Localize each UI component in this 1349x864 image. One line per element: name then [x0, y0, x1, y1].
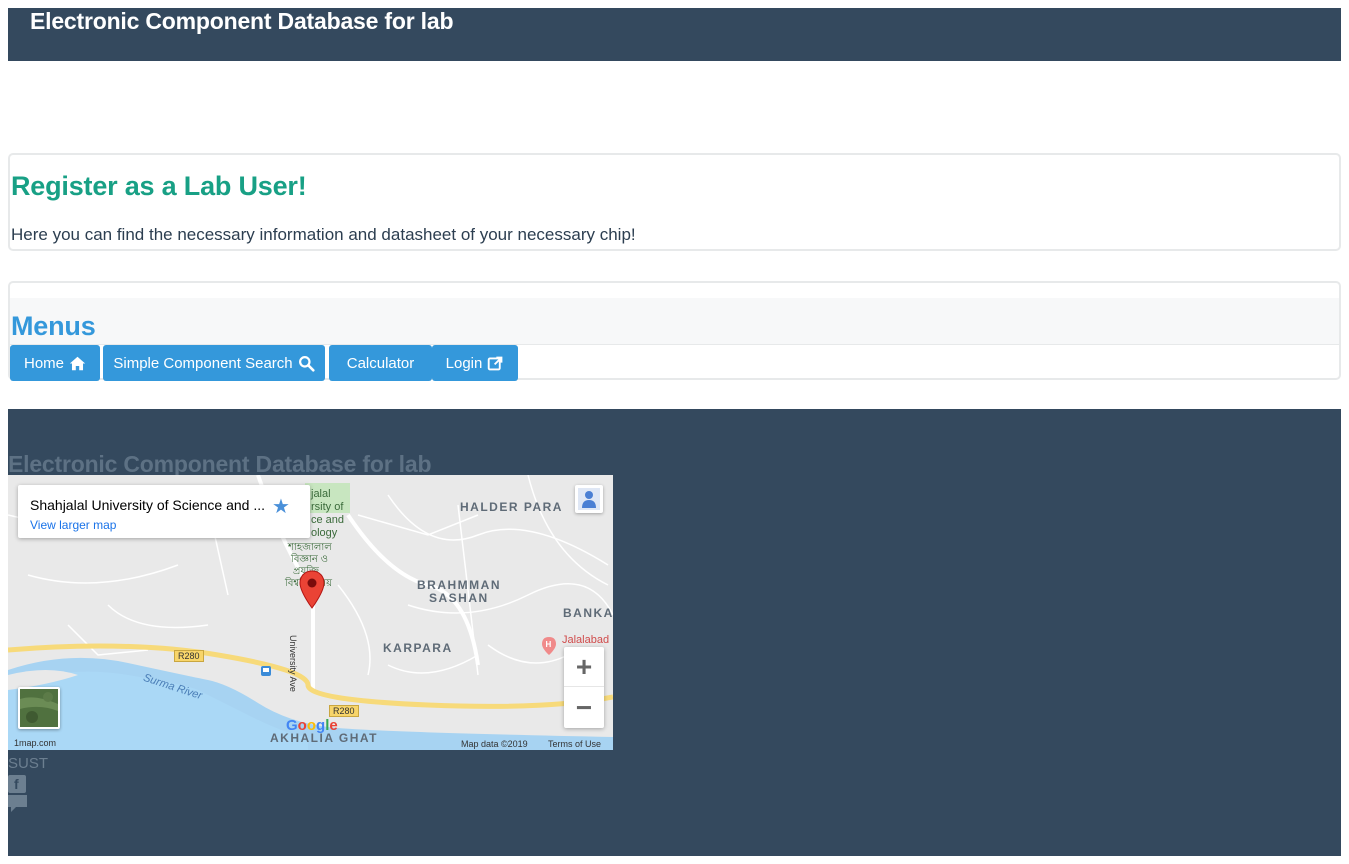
hospital-marker-icon: H — [542, 637, 556, 655]
register-panel: Register as a Lab User! Here you can fin… — [8, 153, 1341, 251]
google-logo: Google — [286, 717, 338, 734]
map-label-university: jalal — [311, 488, 331, 500]
calculator-button-label: Calculator — [346, 354, 415, 372]
menus-heading: Menus — [11, 311, 96, 341]
login-button[interactable]: Login — [432, 345, 518, 381]
zoom-in-button[interactable]: + — [564, 647, 604, 687]
site-title[interactable]: Electronic Component Database for lab — [30, 8, 453, 34]
terms-of-use-link[interactable]: Terms of Use — [548, 739, 601, 749]
zoom-control: + − — [564, 647, 604, 728]
svg-text:H: H — [546, 640, 552, 649]
map-label-university: ce and — [311, 514, 345, 526]
register-heading: Register as a Lab User! — [11, 171, 307, 201]
search-button-label: Simple Component Search — [113, 354, 293, 372]
home-button-label: Home — [23, 354, 64, 372]
map-label-jalalabad: Jalalabad — [562, 634, 610, 646]
map-info-card: Shahjalal University of Science and ... … — [18, 485, 310, 538]
menus-header: Menus — [10, 298, 1339, 345]
map-label-university: ology — [311, 527, 338, 539]
star-icon[interactable]: ★ — [272, 494, 290, 519]
zoom-out-button[interactable]: − — [564, 688, 604, 728]
view-larger-map-link[interactable]: View larger map — [30, 518, 116, 532]
map-label-banka: BANKA — [563, 606, 613, 620]
map-label-karpara: KARPARA — [383, 641, 453, 655]
map-label-halder-para: HALDER PARA — [460, 500, 563, 514]
footer-title: Electronic Component Database for lab — [8, 451, 432, 477]
map-attribution[interactable]: 1map.com — [14, 738, 56, 748]
map-place-name: Shahjalal University of Science and ... — [30, 497, 266, 513]
external-link-icon — [488, 356, 503, 370]
calculator-button[interactable]: Calculator — [329, 345, 432, 381]
footer-location: SUST — [8, 755, 49, 772]
bus-stop-icon — [261, 666, 271, 676]
map-data-credit: Map data ©2019 — [461, 739, 528, 749]
login-button-label: Login — [445, 354, 483, 372]
map-label-university: rsity of — [311, 501, 344, 513]
simple-component-search-button[interactable]: Simple Component Search — [103, 345, 325, 381]
home-button[interactable]: Home — [10, 345, 100, 381]
road-shield-r280: R280 — [174, 650, 204, 662]
satellite-toggle-button[interactable] — [18, 687, 60, 729]
map-label-sashan: SASHAN — [429, 591, 489, 605]
search-icon — [298, 355, 315, 372]
register-description: Here you can find the necessary informat… — [11, 225, 636, 244]
map-label-brahmman: BRAHMMAN — [417, 578, 501, 592]
top-navbar: Electronic Component Database for lab — [8, 8, 1341, 61]
menus-panel: Menus Home Simple Component Search Calcu… — [8, 281, 1341, 381]
facebook-icon[interactable]: f — [8, 775, 26, 793]
home-icon — [69, 356, 86, 370]
embedded-map[interactable]: HALDER PARA BRAHMMAN SASHAN KARPARA BANK… — [8, 475, 613, 750]
road-shield-r280: R280 — [329, 705, 359, 717]
map-marker-icon[interactable] — [299, 570, 325, 610]
chat-icon[interactable] — [8, 795, 27, 813]
map-label-university-ave: University Ave — [288, 635, 298, 692]
street-view-pegman-icon[interactable] — [575, 485, 603, 513]
